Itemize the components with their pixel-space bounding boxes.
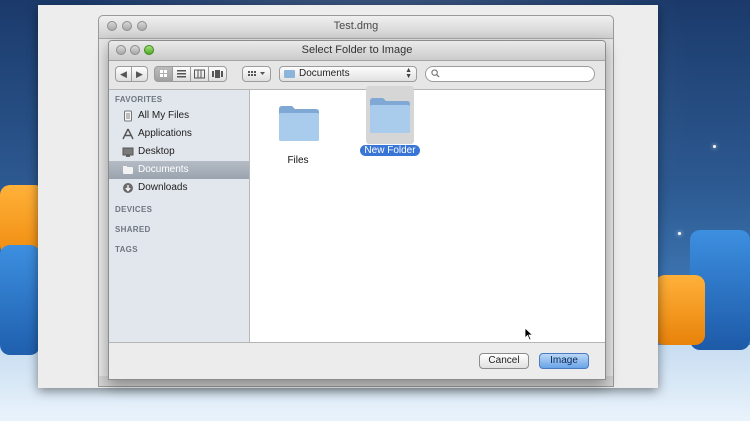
sidebar-item-label: All My Files xyxy=(138,110,190,121)
star-decoration xyxy=(713,145,716,148)
sidebar-section-shared[interactable]: SHARED xyxy=(115,225,151,234)
arrange-menu-button[interactable] xyxy=(242,66,271,82)
sidebar-item-label: Desktop xyxy=(138,146,175,157)
folder-icon-wrap xyxy=(258,96,338,154)
list-view-icon xyxy=(177,70,186,78)
sidebar-section-devices[interactable]: DEVICES xyxy=(115,205,152,214)
all-files-icon xyxy=(124,110,132,122)
folder-name: Files xyxy=(287,155,309,166)
cancel-button[interactable]: Cancel xyxy=(479,353,529,369)
dialog-toolbar: ◀ ▶ Documents ▲ ▼ xyxy=(109,61,605,90)
folder-icon xyxy=(279,106,319,141)
chair-decoration xyxy=(0,245,40,355)
sidebar-item-label: Downloads xyxy=(138,182,188,193)
location-popup[interactable]: Documents ▲ ▼ xyxy=(279,66,417,82)
image-button[interactable]: Image xyxy=(539,353,589,369)
star-decoration xyxy=(678,232,681,235)
folder-icon xyxy=(370,98,410,133)
sidebar-item-label: Documents xyxy=(138,164,189,175)
sidebar-item-all-my-files[interactable]: All My Files xyxy=(109,107,249,125)
sidebar-item-applications[interactable]: Applications xyxy=(109,125,249,143)
dialog-titlebar: Select Folder to Image xyxy=(109,41,605,61)
column-view-button[interactable] xyxy=(190,66,209,82)
back-button[interactable]: ◀ xyxy=(115,66,132,82)
popup-arrows-icon: ▲ ▼ xyxy=(405,67,412,80)
column-view-icon xyxy=(194,69,205,79)
search-input[interactable] xyxy=(444,68,589,80)
sidebar-item-downloads[interactable]: Downloads xyxy=(109,179,249,197)
icon-view-icon xyxy=(160,70,167,77)
dialog-title: Select Folder to Image xyxy=(301,44,413,56)
folder-icon xyxy=(284,70,295,78)
file-browser-area[interactable]: Files New Folder xyxy=(250,86,605,342)
dialog-footer: Cancel Image xyxy=(109,342,605,379)
forward-button[interactable]: ▶ xyxy=(131,66,148,82)
chair-decoration xyxy=(655,275,705,345)
list-view-button[interactable] xyxy=(172,66,191,82)
sidebar-item-label: Applications xyxy=(138,128,192,139)
search-field[interactable] xyxy=(425,66,595,82)
sidebar-item-documents[interactable]: Documents xyxy=(109,161,249,179)
search-icon xyxy=(431,69,440,78)
mouse-pointer-icon xyxy=(524,327,533,341)
desktop-icon xyxy=(122,147,134,157)
folder-icon-wrap xyxy=(366,86,414,144)
coverflow-view-icon xyxy=(212,70,223,78)
sidebar-item-desktop[interactable]: Desktop xyxy=(109,143,249,161)
applications-icon xyxy=(122,128,134,140)
sidebar-section-favorites: FAVORITES xyxy=(115,95,163,104)
folder-name-selected[interactable]: New Folder xyxy=(350,145,430,156)
coverflow-view-button[interactable] xyxy=(208,66,227,82)
icon-view-button[interactable] xyxy=(154,66,173,82)
location-popup-value: Documents xyxy=(299,68,350,79)
downloads-icon xyxy=(123,183,133,193)
documents-icon xyxy=(123,166,133,174)
window-titlebar: Test.dmg xyxy=(99,16,613,39)
sidebar: FAVORITES All My Files Applications Desk… xyxy=(109,90,250,342)
sidebar-section-tags[interactable]: TAGS xyxy=(115,245,138,254)
arrange-grid-icon xyxy=(248,71,265,76)
window-title: Test.dmg xyxy=(333,20,379,32)
